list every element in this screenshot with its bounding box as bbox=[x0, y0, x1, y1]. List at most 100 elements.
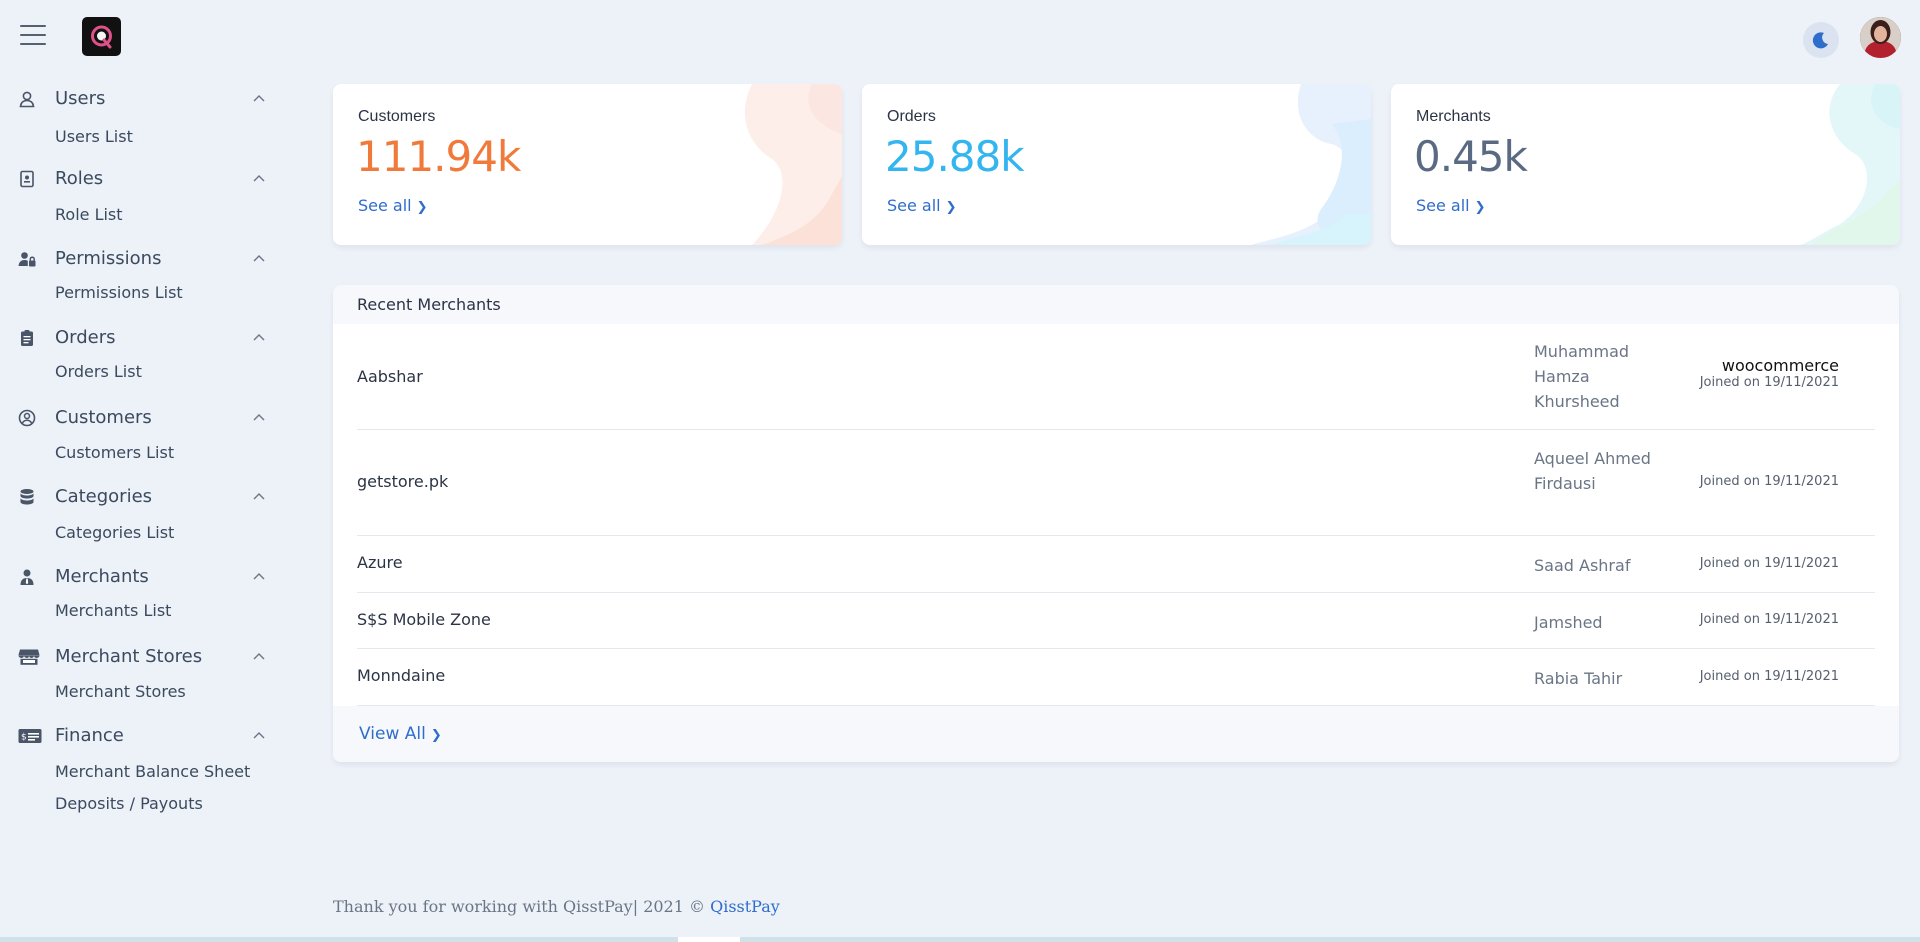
chevron-right-icon: ❯ bbox=[416, 200, 428, 215]
merchant-meta: woocommerce Joined on 19/11/2021 bbox=[1700, 356, 1839, 390]
page-footer: Thank you for working with QisstPay| 202… bbox=[333, 897, 780, 916]
sidebar-item-roles[interactable]: Roles bbox=[0, 164, 280, 194]
scrollbar-thumb[interactable] bbox=[678, 937, 740, 942]
person-tie-icon bbox=[20, 569, 34, 585]
table-row[interactable]: Aabshar Muhammad Hamza Khursheed woocomm… bbox=[357, 324, 1875, 430]
merchant-meta: Joined on 19/11/2021 bbox=[1700, 669, 1839, 684]
sidebar-item-merchants[interactable]: Merchants bbox=[0, 562, 280, 592]
user-icon bbox=[19, 91, 35, 108]
sidebar-subitem-deposits-payouts[interactable]: Deposits / Payouts bbox=[55, 794, 203, 813]
recent-merchants-title: Recent Merchants bbox=[357, 295, 501, 314]
svg-text:$: $ bbox=[21, 733, 27, 743]
sidebar-item-users[interactable]: Users bbox=[0, 84, 280, 114]
table-row[interactable]: getstore.pk Aqueel Ahmed Firdausi Joined… bbox=[357, 430, 1875, 536]
moon-icon[interactable] bbox=[1803, 22, 1839, 58]
merchant-joined-date: Joined on 19/11/2021 bbox=[1699, 612, 1839, 627]
sidebar-subitem-orders-list[interactable]: Orders List bbox=[55, 362, 142, 381]
sidebar-item-orders[interactable]: Orders bbox=[0, 323, 280, 353]
chevron-up-icon[interactable] bbox=[253, 254, 265, 262]
chevron-right-icon: ❯ bbox=[1474, 200, 1486, 215]
card-decoration bbox=[1800, 84, 1900, 245]
card-value: 111.94k bbox=[356, 132, 521, 181]
sidebar-item-label: Customers bbox=[55, 407, 152, 428]
table-row[interactable]: S$S Mobile Zone Jamshed Joined on 19/11/… bbox=[357, 593, 1875, 649]
see-all-link[interactable]: See all ❯ bbox=[358, 196, 428, 215]
merchant-meta: Joined on 19/11/2021 bbox=[1700, 556, 1839, 571]
hamburger-icon[interactable] bbox=[20, 25, 46, 45]
chevron-up-icon[interactable] bbox=[253, 174, 265, 182]
sidebar-group-merchants: Merchants Merchants List bbox=[0, 562, 280, 620]
card-decoration bbox=[1251, 84, 1371, 245]
chevron-up-icon[interactable] bbox=[253, 94, 265, 102]
footer-text: Thank you for working with QisstPay| 202… bbox=[333, 897, 705, 916]
sidebar-item-label: Finance bbox=[55, 725, 124, 746]
sidebar-subitem-merchants-list[interactable]: Merchants List bbox=[55, 601, 171, 620]
chevron-up-icon[interactable] bbox=[253, 572, 265, 580]
chevron-up-icon[interactable] bbox=[253, 413, 265, 421]
sidebar-item-label: Merchant Stores bbox=[55, 646, 203, 667]
merchant-joined-date: Joined on 19/11/2021 bbox=[1699, 669, 1839, 684]
sidebar-subitem-permissions-list[interactable]: Permissions List bbox=[55, 283, 183, 302]
sidebar-group-merchant-stores: Merchant Stores Merchant Stores bbox=[0, 642, 280, 701]
merchant-name[interactable]: Aabshar bbox=[357, 367, 423, 386]
sidebar-item-merchant-stores[interactable]: Merchant Stores bbox=[0, 642, 280, 672]
merchant-owner: Aqueel Ahmed Firdausi bbox=[1534, 449, 1651, 493]
store-icon bbox=[18, 649, 40, 665]
clipboard-icon bbox=[21, 330, 33, 346]
sidebar-subitem-categories-list[interactable]: Categories List bbox=[55, 523, 174, 542]
card-decoration bbox=[744, 84, 842, 245]
sidebar-item-finance[interactable]: $ Finance bbox=[0, 721, 280, 751]
merchant-name[interactable]: getstore.pk bbox=[357, 472, 448, 491]
sidebar-item-categories[interactable]: Categories bbox=[0, 482, 280, 512]
merchant-platform: woocommerce bbox=[1721, 356, 1839, 375]
table-row[interactable]: Azure Saad Ashraf Joined on 19/11/2021 bbox=[357, 536, 1875, 593]
chevron-up-icon[interactable] bbox=[253, 731, 265, 739]
recent-merchants-footer: View All ❯ bbox=[333, 706, 1899, 762]
sidebar-item-label: Roles bbox=[55, 168, 104, 189]
qisstpay-logo[interactable] bbox=[82, 17, 121, 56]
sidebar-group-finance: $ Finance Merchant Balance Sheet Deposit… bbox=[0, 721, 280, 813]
sidebar-item-label: Categories bbox=[55, 486, 153, 507]
chevron-right-icon: ❯ bbox=[430, 728, 442, 743]
stat-card-orders: Orders 25.88k See all ❯ bbox=[862, 84, 1371, 245]
chevron-up-icon[interactable] bbox=[253, 333, 265, 341]
see-all-link[interactable]: See all ❯ bbox=[887, 196, 957, 215]
merchant-joined-date: Joined on 19/11/2021 bbox=[1699, 474, 1839, 489]
see-all-label: See all bbox=[1416, 196, 1470, 215]
merchant-owner: Rabia Tahir bbox=[1534, 669, 1623, 688]
sidebar-group-users: Users Users List bbox=[0, 84, 280, 146]
merchant-name[interactable]: S$S Mobile Zone bbox=[357, 610, 491, 629]
chevron-up-icon[interactable] bbox=[253, 492, 265, 500]
sidebar-item-label: Permissions bbox=[55, 248, 162, 269]
sidebar-subitem-users-list[interactable]: Users List bbox=[55, 127, 133, 146]
card-title: Customers bbox=[358, 108, 436, 125]
see-all-link[interactable]: See all ❯ bbox=[1416, 196, 1486, 215]
view-all-link[interactable]: View All ❯ bbox=[359, 724, 442, 744]
sidebar-item-label: Orders bbox=[55, 327, 116, 348]
horizontal-scrollbar[interactable] bbox=[0, 937, 1920, 942]
chevron-up-icon[interactable] bbox=[253, 652, 265, 660]
merchant-joined-date: Joined on 19/11/2021 bbox=[1699, 556, 1839, 571]
badge-icon bbox=[20, 170, 34, 188]
user-circle-icon bbox=[18, 409, 36, 427]
sidebar-item-permissions[interactable]: Permissions bbox=[0, 244, 280, 274]
table-row[interactable]: Monndaine Rabia Tahir Joined on 19/11/20… bbox=[357, 649, 1875, 706]
sidebar-subitem-merchant-balance-sheet[interactable]: Merchant Balance Sheet bbox=[55, 762, 250, 781]
card-title: Merchants bbox=[1416, 108, 1491, 125]
merchant-name[interactable]: Monndaine bbox=[357, 666, 445, 685]
card-value: 0.45k bbox=[1414, 132, 1528, 181]
merchant-owner: Jamshed bbox=[1534, 613, 1603, 632]
merchant-name[interactable]: Azure bbox=[357, 553, 403, 572]
user-avatar[interactable] bbox=[1860, 17, 1901, 58]
sidebar-subitem-role-list[interactable]: Role List bbox=[55, 205, 123, 224]
sidebar-item-label: Merchants bbox=[55, 566, 149, 587]
merchant-owner: Muhammad Hamza Khursheed bbox=[1534, 342, 1630, 411]
user-lock-icon bbox=[18, 252, 36, 267]
footer-brand-link[interactable]: QisstPay bbox=[710, 897, 780, 916]
card-value: 25.88k bbox=[885, 132, 1025, 181]
sidebar-subitem-customers-list[interactable]: Customers List bbox=[55, 443, 174, 462]
sidebar-subitem-merchant-stores[interactable]: Merchant Stores bbox=[55, 682, 186, 701]
sidebar-item-customers[interactable]: Customers bbox=[0, 403, 280, 433]
see-all-label: See all bbox=[887, 196, 941, 215]
merchant-owner: Saad Ashraf bbox=[1534, 556, 1631, 575]
